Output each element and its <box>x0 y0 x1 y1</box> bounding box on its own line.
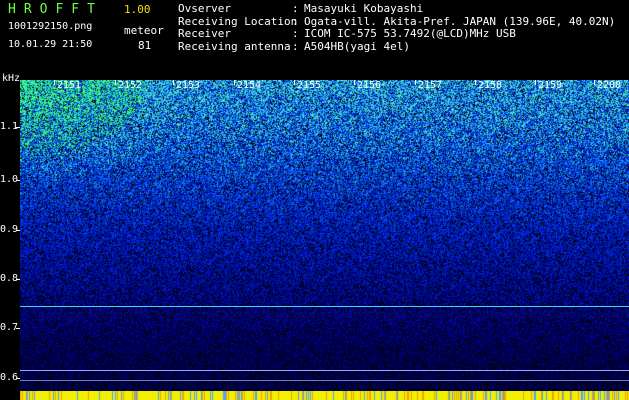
x-tick-label: 2153 <box>176 80 201 91</box>
info-value: Masayuki Kobayashi <box>304 2 424 15</box>
info-value: Ogata-vill. Akita-Pref. JAPAN (139.96E, … <box>304 14 616 28</box>
info-separator: : <box>292 2 299 15</box>
x-tick-mark <box>594 80 595 85</box>
image-filename: 1001292150.png <box>8 21 93 32</box>
x-tick-mark <box>294 80 295 85</box>
y-tick-mark <box>16 279 20 280</box>
station-info: Ovserver: Masayuki Kobayashi Receiving Lo… <box>178 2 616 54</box>
info-row-antenna: Receiving antenna: A504HB(yagi 4el) <box>178 39 615 54</box>
y-tick-mark <box>16 378 20 379</box>
x-tick-mark <box>115 80 116 85</box>
reference-line-lower <box>20 380 629 381</box>
y-axis: 1.1 1.0 0.9 0.8 0.7 0.6 <box>0 80 20 400</box>
x-tick-mark <box>173 80 174 85</box>
y-tick-mark <box>16 180 20 181</box>
x-tick-mark <box>475 80 476 85</box>
x-tick-label: 2155 <box>297 80 322 91</box>
info-separator: : <box>292 39 299 53</box>
meteor-label: meteor <box>124 24 164 37</box>
x-tick-label: 2159 <box>538 80 563 91</box>
x-tick-label: 2151 <box>57 80 82 91</box>
info-key: Receiver <box>178 27 231 40</box>
x-tick-label: 2157 <box>418 80 443 91</box>
header-panel: HROFFT 1.00 1001292150.png meteor 10.01.… <box>0 0 629 80</box>
info-value: ICOM IC-575 53.7492(@LCD)MHz USB <box>304 27 516 40</box>
app-version: 1.00 <box>124 3 151 16</box>
x-tick-mark <box>54 80 55 85</box>
y-tick-mark <box>16 230 20 231</box>
signal-carrier-line <box>20 306 629 307</box>
info-separator: : <box>292 27 299 40</box>
meteor-count: 81 <box>138 39 152 52</box>
spectrogram-canvas <box>20 80 629 400</box>
y-tick-mark <box>16 328 20 329</box>
x-tick-mark <box>415 80 416 85</box>
info-key: Ovserver <box>178 2 231 15</box>
x-tick-label: 2200 <box>597 80 622 91</box>
x-tick-mark <box>354 80 355 85</box>
x-tick-label: 2152 <box>118 80 143 91</box>
x-tick-mark <box>535 80 536 85</box>
x-tick-mark <box>234 80 235 85</box>
x-tick-label: 2158 <box>478 80 503 91</box>
spectrogram-plot <box>20 80 629 400</box>
timestamp: 10.01.29 21:50 <box>8 39 93 50</box>
info-key: Receiving antenna <box>178 39 291 53</box>
x-tick-label: 2154 <box>237 80 262 91</box>
x-tick-label: 2156 <box>357 80 382 91</box>
time-marker-strip <box>20 391 629 400</box>
y-tick-mark <box>16 127 20 128</box>
reference-line <box>20 370 629 371</box>
info-value: A504HB(yagi 4el) <box>304 39 410 53</box>
app-title: HROFFT <box>8 2 103 17</box>
